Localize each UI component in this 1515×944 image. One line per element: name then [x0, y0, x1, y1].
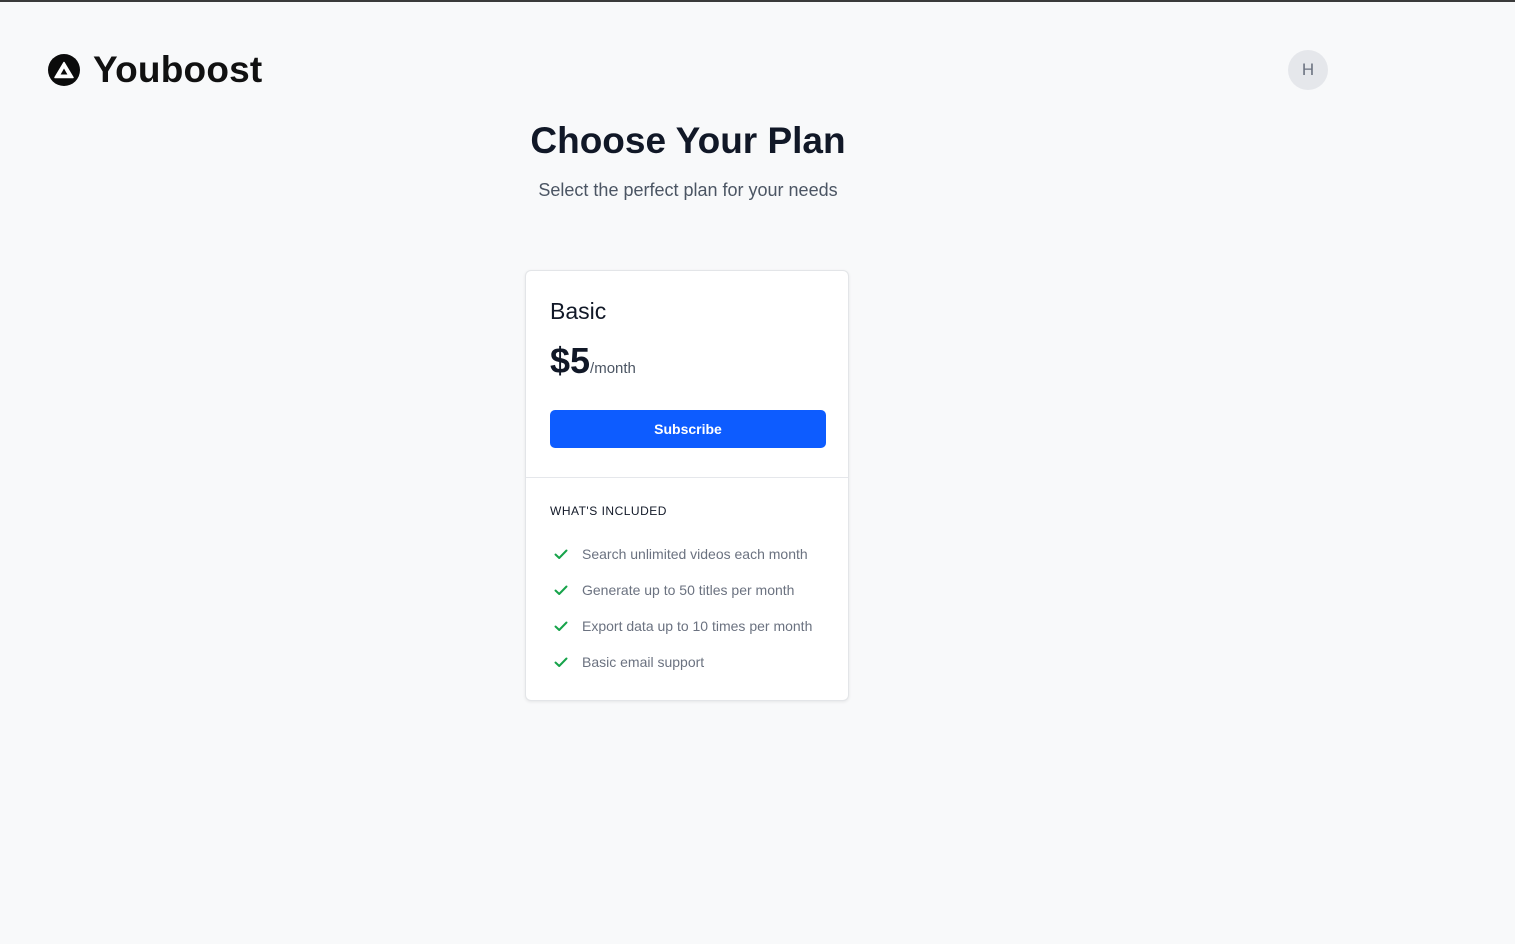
feature-text: Search unlimited videos each month — [582, 546, 808, 562]
feature-item: Search unlimited videos each month — [550, 536, 824, 572]
check-icon — [551, 544, 571, 564]
plan-name: Basic — [550, 298, 607, 324]
subscribe-button[interactable]: Subscribe — [550, 410, 826, 448]
feature-item: Basic email support — [550, 644, 824, 680]
plan-features-section: WHAT'S INCLUDED Search unlimited videos … — [526, 478, 848, 680]
feature-item: Export data up to 10 times per month — [550, 608, 824, 644]
brand-logo[interactable]: Youboost — [48, 50, 262, 90]
feature-text: Basic email support — [582, 654, 705, 670]
plan-price: $5 — [550, 340, 591, 381]
feature-list: Search unlimited videos each month Gener… — [550, 536, 824, 680]
included-heading: WHAT'S INCLUDED — [550, 504, 667, 518]
check-icon — [551, 580, 571, 600]
user-avatar[interactable]: H — [1288, 50, 1328, 90]
plan-card-basic: Basic $5 /month Subscribe WHAT'S INCLUDE… — [525, 270, 849, 701]
check-icon — [551, 616, 571, 636]
plan-card-header: Basic $5 /month Subscribe — [526, 271, 848, 478]
plan-price-row: $5 /month — [550, 341, 824, 381]
page-title: Choose Your Plan — [530, 120, 846, 161]
feature-item: Generate up to 50 titles per month — [550, 572, 824, 608]
plan-period: /month — [590, 360, 636, 377]
top-border — [0, 0, 1515, 2]
triangle-logo-icon — [48, 54, 80, 86]
feature-text: Export data up to 10 times per month — [582, 618, 813, 634]
feature-text: Generate up to 50 titles per month — [582, 582, 795, 598]
page-subtitle: Select the perfect plan for your needs — [538, 180, 838, 200]
brand-name: Youboost — [93, 49, 263, 90]
check-icon — [551, 652, 571, 672]
